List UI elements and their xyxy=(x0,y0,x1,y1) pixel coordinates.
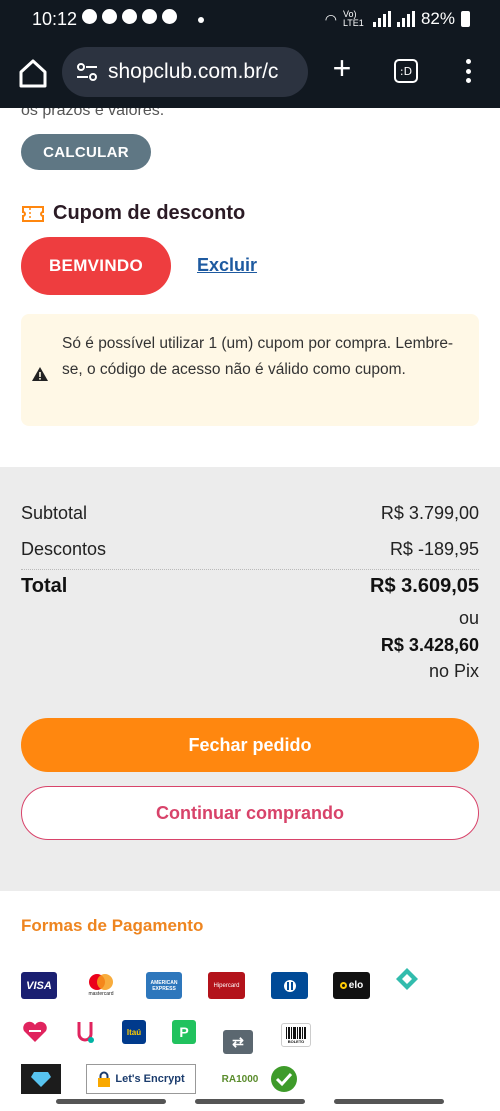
checkout-button[interactable]: Fechar pedido xyxy=(21,718,479,772)
pix-logo xyxy=(394,966,420,992)
discount-value: R$ -189,95 xyxy=(389,539,479,559)
status-right: ◠ Vo) LTE1 82% xyxy=(325,9,470,29)
verified-seal xyxy=(268,1064,300,1094)
telegram-icon xyxy=(122,9,137,24)
applied-coupon-badge: BEMVINDO xyxy=(21,237,171,295)
tab-switcher-button[interactable]: :D xyxy=(394,59,418,83)
more-notifications-dot xyxy=(198,17,204,23)
cloud-icon xyxy=(142,9,157,24)
pix-icon xyxy=(396,968,418,990)
coupon-title: Cupom de desconto xyxy=(53,202,246,224)
total-label: Total xyxy=(21,575,68,597)
mastercard-circles-icon xyxy=(89,974,113,990)
subtotal-value: R$ 3.799,00 xyxy=(380,503,479,523)
discount-row: Descontos R$ -189,95 xyxy=(21,539,479,560)
url-text[interactable]: shopclub.com.br/c xyxy=(108,60,278,84)
check-badge-icon xyxy=(271,1066,297,1092)
whatsapp-icon xyxy=(102,9,117,24)
ticket-icon xyxy=(22,205,44,222)
visa-logo: VISA xyxy=(21,972,57,999)
hipercard-logo: Hipercard xyxy=(208,972,245,999)
discount-label: Descontos xyxy=(21,539,107,559)
subtotal-row: Subtotal R$ 3.799,00 xyxy=(21,503,479,524)
address-bar[interactable]: shopclub.com.br/c xyxy=(62,47,308,97)
pix-price: R$ 3.428,60 xyxy=(380,635,479,655)
battery-percent: 82% xyxy=(420,9,455,28)
barcode-icon xyxy=(286,1026,306,1039)
itau-logo: Itaú xyxy=(122,1020,146,1044)
cart-page: os prazos e valores. CALCULAR Cupom de d… xyxy=(0,108,500,1111)
browser-toolbar: shopclub.com.br/c + :D xyxy=(0,42,500,108)
summary-divider xyxy=(21,569,479,570)
more-options-icon[interactable] xyxy=(460,56,476,86)
coupon-heading: Cupom de desconto xyxy=(21,202,245,225)
network-label: Vo) LTE1 xyxy=(342,9,364,28)
mastercard-text: mastercard xyxy=(88,991,114,997)
chat-icon xyxy=(82,9,97,24)
notification-icons xyxy=(82,9,177,24)
picpay-logo: P xyxy=(172,1020,196,1044)
siteblindado-seal xyxy=(21,1064,61,1094)
heart-icon xyxy=(23,1021,47,1042)
boleto-logo: BOLETO xyxy=(281,1023,311,1047)
app-icon xyxy=(162,9,177,24)
nav-home-handle[interactable] xyxy=(195,1099,305,1104)
gesture-navigation-bar xyxy=(0,1095,500,1111)
heart-logo xyxy=(21,1020,49,1044)
diners-icon xyxy=(283,979,296,992)
signal-2-icon xyxy=(396,11,415,27)
mastercard-logo: mastercard xyxy=(83,970,119,1000)
new-tab-icon[interactable]: + xyxy=(328,52,356,84)
u-logo xyxy=(75,1018,95,1046)
diners-logo xyxy=(271,972,308,999)
site-settings-icon[interactable] xyxy=(74,59,100,85)
elo-text: elo xyxy=(348,980,364,991)
u-icon xyxy=(77,1022,94,1043)
lets-encrypt-text: Let's Encrypt xyxy=(115,1073,185,1085)
or-label: ou xyxy=(458,608,479,628)
order-summary: Subtotal R$ 3.799,00 Descontos R$ -189,9… xyxy=(0,467,500,891)
warning-icon xyxy=(32,367,48,381)
elo-circle-icon xyxy=(339,982,347,989)
subtotal-label: Subtotal xyxy=(21,503,88,523)
coupon-notice-text: Só é possível utilizar 1 (um) cupom por … xyxy=(62,335,454,378)
amex-logo: AMERICAN EXPRESS xyxy=(146,972,182,999)
padlock-icon xyxy=(98,1071,111,1087)
signal-icon xyxy=(372,11,391,27)
nav-segment-right xyxy=(334,1099,444,1104)
diamond-icon xyxy=(31,1072,51,1087)
home-icon[interactable] xyxy=(16,56,50,90)
coupon-notice: Só é possível utilizar 1 (um) cupom por … xyxy=(21,314,479,426)
ra1000-seal: RA1000 xyxy=(219,1064,261,1094)
boleto-text: BOLETO xyxy=(287,1038,305,1044)
payment-methods-title: Formas de Pagamento xyxy=(21,916,204,935)
elo-logo: elo xyxy=(333,972,370,999)
total-value: R$ 3.609,05 xyxy=(370,575,479,597)
shipping-info-text: os prazos e valores. xyxy=(21,108,165,119)
battery-icon xyxy=(461,11,470,27)
calculate-shipping-button[interactable]: CALCULAR xyxy=(21,134,151,170)
status-bar: 10:12 ◠ Vo) LTE1 82% xyxy=(0,0,500,42)
status-time: 10:12 xyxy=(32,9,78,29)
lets-encrypt-seal: Let's Encrypt xyxy=(86,1064,196,1094)
remove-coupon-link[interactable]: Excluir xyxy=(197,255,257,276)
continue-shopping-button[interactable]: Continuar comprando xyxy=(21,786,479,840)
total-row: Total R$ 3.609,05 xyxy=(21,575,479,598)
wifi-icon: ◠ xyxy=(324,10,337,27)
transfer-logo: ⇄ xyxy=(223,1030,253,1054)
nav-segment-left xyxy=(56,1099,166,1104)
pix-label: no Pix xyxy=(428,661,479,681)
